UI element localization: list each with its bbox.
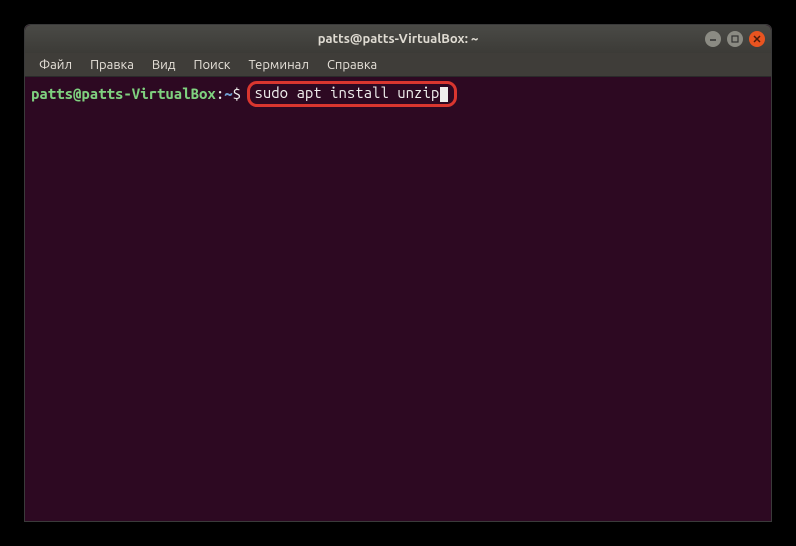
prompt-path: ~ [224,85,232,103]
menu-help[interactable]: Справка [319,56,385,74]
maximize-button[interactable] [727,31,743,47]
window-controls [705,31,765,47]
menubar: Файл Правка Вид Поиск Терминал Справка [25,53,771,77]
menu-search[interactable]: Поиск [185,56,238,74]
menu-file[interactable]: Файл [31,56,80,74]
command-highlight: sudo apt install unzip [247,81,457,107]
menu-view[interactable]: Вид [144,56,184,74]
prompt-dollar: $ [233,85,241,103]
minimize-button[interactable] [705,31,721,47]
window-title: patts@patts-VirtualBox: ~ [318,32,479,46]
cursor [440,87,448,102]
prompt-colon: : [216,85,224,103]
command-text: sudo apt install unzip [254,84,439,101]
titlebar: patts@patts-VirtualBox: ~ [25,25,771,53]
menu-terminal[interactable]: Терминал [240,56,316,74]
terminal-window: patts@patts-VirtualBox: ~ Файл Правка Ви… [24,24,772,522]
terminal-body[interactable]: patts@patts-VirtualBox:~$ sudo apt insta… [25,77,771,521]
menu-edit[interactable]: Правка [82,56,142,74]
prompt-line: patts@patts-VirtualBox:~$ sudo apt insta… [31,81,765,107]
prompt-userhost: patts@patts-VirtualBox [31,85,216,103]
close-button[interactable] [749,31,765,47]
